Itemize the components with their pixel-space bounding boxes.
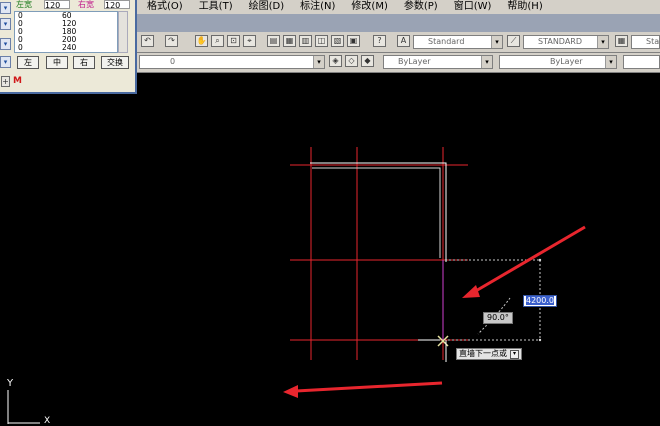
layer-value: 0: [170, 57, 176, 66]
dim-style-icon[interactable]: ⟋: [507, 35, 520, 47]
layer-combo[interactable]: 0 ▾: [139, 55, 325, 69]
markup-icon[interactable]: ▧: [331, 35, 344, 47]
lineweight-combo[interactable]: [623, 55, 660, 69]
distance-input[interactable]: 4200.0: [523, 295, 557, 307]
toolbar-layers: 0 ▾ ◈ ◇ ◆ ByLayer ▾ ByLayer ▾: [137, 53, 660, 73]
command-prompt-tooltip: 直墙下一点或 ▾: [456, 348, 522, 360]
redo-icon[interactable]: ↷: [165, 35, 178, 47]
tool-palettes-icon[interactable]: ▥: [299, 35, 312, 47]
ucs-icon: [7, 390, 40, 424]
side-arrow-icon[interactable]: ▾: [0, 56, 11, 68]
left-width-label: 左宽: [16, 0, 32, 9]
menu-format[interactable]: 格式(O): [137, 0, 189, 14]
right-width-input[interactable]: 120: [104, 0, 130, 10]
align-left-button[interactable]: 左: [17, 56, 39, 69]
menu-draw[interactable]: 绘图(D): [239, 0, 291, 14]
menu-modify[interactable]: 修改(M): [341, 0, 393, 14]
align-center-button[interactable]: 中: [46, 56, 68, 69]
side-arrow-icon[interactable]: ▾: [0, 2, 11, 14]
dim-style-combo[interactable]: STANDARD ▾: [523, 35, 609, 49]
side-arrow-icon[interactable]: ▾: [0, 38, 11, 50]
annotation-arrow: [462, 225, 586, 298]
dim-style-value: STANDARD: [538, 37, 583, 46]
layer-states-icon[interactable]: ◆: [361, 55, 374, 67]
swap-button[interactable]: 交换: [101, 56, 129, 69]
axis-grid: [290, 147, 468, 360]
right-width-label: 右宽: [78, 0, 94, 9]
width-list[interactable]: 0 60 0 120 0 180 0 200 0 240: [14, 11, 118, 53]
zoom-window-icon[interactable]: ⊡: [227, 35, 240, 47]
toolbar-standard: ↶ ↷ ✋ ⌕ ⊡ ⌖ ▤ ▦ ▥ ◫ ▧ ▣ ? A Standard ▾ ⟋…: [137, 32, 660, 53]
drawing-canvas[interactable]: [0, 72, 660, 424]
menu-parameters[interactable]: 参数(P): [394, 0, 444, 14]
pan-hand-icon[interactable]: ✋: [195, 35, 208, 47]
ucs-y-label: Y: [7, 378, 14, 389]
make-current-layer-icon[interactable]: ◈: [329, 55, 342, 67]
linetype-combo[interactable]: ByLayer ▾: [499, 55, 617, 69]
table-style-value: Standard: [646, 37, 660, 46]
properties-icon[interactable]: ▤: [267, 35, 280, 47]
color-value: ByLayer: [398, 57, 431, 66]
chevron-down-icon: ▾: [597, 36, 608, 48]
color-combo[interactable]: ByLayer ▾: [383, 55, 493, 69]
chevron-down-icon: ▾: [491, 36, 502, 48]
chevron-down-icon: ▾: [313, 56, 324, 68]
calculator-icon[interactable]: ▣: [347, 35, 360, 47]
help-icon[interactable]: ?: [373, 35, 386, 47]
linetype-value: ByLayer: [550, 57, 583, 66]
design-center-icon[interactable]: ▦: [283, 35, 296, 47]
zoom-previous-icon[interactable]: ⌖: [243, 35, 256, 47]
prompt-text: 直墙下一点或: [459, 349, 507, 358]
toolbar-dock-empty: [137, 14, 660, 33]
zoom-realtime-icon[interactable]: ⌕: [211, 35, 224, 47]
annotation-arrow: [283, 381, 443, 398]
text-style-value: Standard: [428, 37, 465, 46]
menu-tools[interactable]: 工具(T): [189, 0, 239, 14]
left-width-input[interactable]: 120: [44, 0, 70, 10]
chevron-down-icon: ▾: [481, 56, 492, 68]
angle-input[interactable]: 90.0°: [483, 312, 513, 324]
wall-polyline: [310, 162, 447, 340]
chevron-down-icon: ▾: [605, 56, 616, 68]
align-right-button[interactable]: 右: [73, 56, 95, 69]
text-style-icon[interactable]: A: [397, 35, 410, 47]
menu-dimension[interactable]: 标注(N): [290, 0, 341, 14]
list-item[interactable]: 0 240: [15, 44, 117, 52]
list-scrollbar[interactable]: [118, 11, 128, 53]
table-style-icon[interactable]: ▦: [615, 35, 628, 47]
text-style-combo[interactable]: Standard ▾: [413, 35, 503, 49]
layer-previous-icon[interactable]: ◇: [345, 55, 358, 67]
menu-window[interactable]: 窗口(W): [444, 0, 498, 14]
menu-help[interactable]: 帮助(H): [497, 0, 548, 14]
side-arrow-icon[interactable]: ▾: [0, 18, 11, 30]
dropdown-arrow-icon[interactable]: ▾: [510, 350, 519, 359]
sheet-set-icon[interactable]: ◫: [315, 35, 328, 47]
table-style-combo[interactable]: Standard: [631, 35, 660, 49]
undo-icon[interactable]: ↶: [141, 35, 154, 47]
ucs-x-label: X: [44, 416, 51, 426]
